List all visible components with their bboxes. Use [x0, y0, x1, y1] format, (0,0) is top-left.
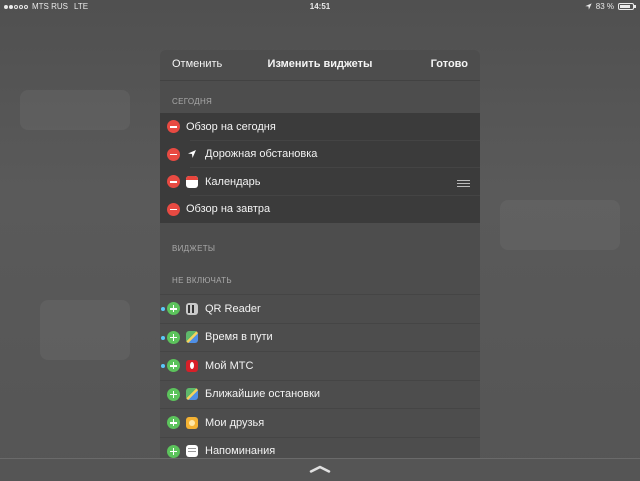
add-button[interactable] [167, 416, 180, 430]
bottom-grabber-bar [0, 458, 640, 481]
reorder-handle[interactable] [457, 180, 470, 187]
section-header-widgets: ВИДЖЕТЫ [172, 244, 216, 253]
list-item: Мой МТС [160, 351, 480, 380]
edit-widgets-panel: Отменить Изменить виджеты Готово СЕГОДНЯ… [160, 50, 480, 462]
list-item: Календарь [160, 168, 480, 196]
widget-label: Ближайшие остановки [205, 388, 321, 401]
new-indicator-dot [161, 307, 165, 311]
location-arrow-icon [585, 3, 592, 10]
location-arrow-icon [186, 148, 198, 160]
chevron-up-icon[interactable] [309, 465, 331, 473]
add-button[interactable] [167, 302, 180, 316]
list-item: Дорожная обстановка [160, 141, 480, 169]
section-header-today: СЕГОДНЯ [172, 97, 213, 106]
battery-percent: 83 % [595, 2, 614, 11]
calendar-icon [186, 175, 198, 188]
list-item: QR Reader [160, 294, 480, 323]
battery-fill [620, 5, 630, 8]
included-widgets-list: Обзор на сегодня Дорожная обстановка Кал… [160, 113, 480, 223]
widget-label: Время в пути [205, 331, 273, 344]
maps-icon [186, 331, 198, 344]
status-bar: MTS RUS LTE 14:51 83 % [0, 0, 640, 14]
battery-icon [618, 3, 636, 10]
list-item: Время в пути [160, 322, 480, 352]
list-item: Обзор на сегодня [160, 113, 480, 141]
status-time: 14:51 [309, 2, 331, 11]
list-item: Мои друзья [160, 408, 480, 437]
excluded-widgets-list: QR Reader Время в пути Мой МТС Ближайшие… [160, 294, 480, 462]
new-indicator-dot [161, 335, 165, 340]
remove-button[interactable] [167, 202, 180, 216]
add-button[interactable] [167, 359, 180, 373]
friends-icon [186, 416, 198, 429]
widget-label: Мой МТС [205, 359, 254, 372]
add-button[interactable] [167, 387, 180, 401]
mts-icon [186, 359, 198, 372]
widget-label: Мои друзья [205, 416, 265, 429]
status-right: 83 % [585, 2, 636, 11]
widget-label: Обзор на сегодня [186, 120, 276, 133]
remove-button[interactable] [167, 120, 180, 134]
add-button[interactable] [167, 444, 180, 458]
reminders-icon [186, 445, 198, 458]
list-item: Ближайшие остановки [160, 379, 480, 409]
section-header-do-not-include: НЕ ВКЛЮЧАТЬ [172, 276, 232, 285]
qr-reader-icon [186, 302, 198, 315]
add-button[interactable] [167, 330, 180, 344]
widget-label: Напоминания [205, 445, 276, 458]
widget-label: Дорожная обстановка [205, 148, 318, 161]
new-indicator-dot [161, 364, 165, 368]
widget-label: Календарь [205, 175, 261, 188]
widget-label: Обзор на завтра [186, 203, 271, 216]
remove-button[interactable] [167, 175, 180, 189]
list-item: Обзор на завтра [160, 196, 480, 224]
remove-button[interactable] [167, 147, 180, 161]
done-button[interactable]: Готово [431, 58, 468, 70]
widget-label: QR Reader [205, 302, 261, 315]
maps-icon [186, 388, 198, 401]
battery-nub [634, 5, 636, 8]
navigation-bar: Отменить Изменить виджеты Готово [160, 50, 480, 81]
